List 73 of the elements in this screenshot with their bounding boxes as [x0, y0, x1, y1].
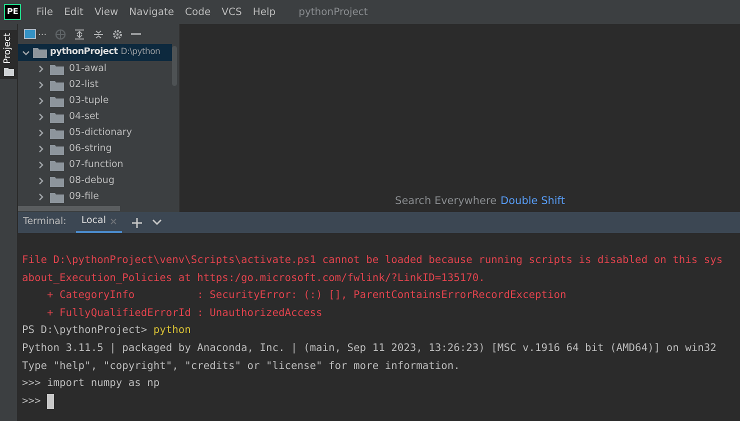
terminal-text: about_Execution_Policies at https:/go.microsoft.com/fwlink/?LinkID=135170.: [22, 270, 485, 286]
menu-item[interactable]: VCS: [222, 4, 242, 20]
menu-item[interactable]: Edit: [64, 4, 84, 20]
folder-name: 04-set: [69, 110, 100, 124]
folder-icon: [50, 80, 64, 90]
more-label[interactable]: ...: [38, 27, 47, 41]
tree-item[interactable]: 04-set: [18, 109, 172, 125]
tree-item[interactable]: pythonProject D:\python: [18, 44, 172, 61]
folder-icon: [50, 192, 64, 202]
terminal-text: Python 3.11.5 | packaged by Anaconda, Inc. | (main, Sep 11 2023, 13:26:23) [MSC v.1916 64 bit (AMD64)] on win32: [22, 340, 716, 356]
folder-name: 01-awal: [69, 62, 107, 76]
folder-name: 03-tuple: [69, 94, 109, 108]
folder-icon: [50, 144, 64, 154]
folder-path: D:\python: [120, 46, 160, 59]
folder-icon: [50, 96, 64, 106]
menu-item[interactable]: Navigate: [129, 4, 174, 20]
folder-name: 08-debug: [69, 174, 114, 188]
search-hint: Search Everywhere: [395, 194, 497, 210]
chevron-icon[interactable]: [37, 81, 45, 89]
chevron-icon[interactable]: [37, 129, 45, 137]
terminal-text: PS D:\pythonProject>: [22, 323, 148, 338]
chevron-icon[interactable]: [22, 48, 30, 56]
menu-item[interactable]: Help: [252, 4, 276, 20]
folder-name: 09-file: [69, 190, 99, 204]
tree-item[interactable]: 02-list: [18, 77, 172, 93]
project-title: pythonProject: [298, 6, 368, 20]
terminal-label: Terminal:: [23, 215, 66, 230]
expand-all-icon[interactable]: [74, 28, 85, 40]
terminal-text: python: [153, 323, 191, 338]
menu-item[interactable]: View: [94, 4, 118, 20]
chevron-icon[interactable]: [37, 65, 45, 73]
folder-name: 05-dictionary: [69, 126, 132, 140]
terminal-text: >>> import numpy as np: [22, 376, 160, 392]
horizontal-scrollbar[interactable]: [18, 206, 120, 211]
folder-name: 06-string: [69, 142, 112, 156]
chevron-icon[interactable]: [37, 97, 45, 105]
tree-item[interactable]: 03-tuple: [18, 93, 172, 109]
add-icon[interactable]: [132, 218, 142, 228]
chevron-icon[interactable]: [37, 193, 45, 201]
chevron-icon[interactable]: [37, 161, 45, 169]
tree-item[interactable]: 09-file: [18, 189, 172, 205]
folder-name: pythonProject: [50, 46, 118, 59]
terminal-text: + FullyQualifiedErrorId : UnauthorizedAccess: [46, 306, 322, 321]
collapse-all-icon[interactable]: [92, 28, 104, 40]
shortcut-hint: Double Shift: [500, 194, 565, 210]
folder-icon: [50, 160, 64, 170]
folder-icon: [33, 47, 47, 58]
folder-icon: [50, 176, 64, 186]
folder-icon: [50, 128, 64, 138]
chevron-down-icon[interactable]: [152, 219, 162, 226]
folder-name: 07-function: [69, 158, 124, 172]
terminal-text: File D:\pythonProject\venv\Scripts\activate.ps1 cannot be loaded because running scripts is disabled on this sys: [22, 253, 723, 268]
menu-item[interactable]: File: [36, 4, 54, 20]
folder-icon: [50, 112, 64, 122]
scrollbar[interactable]: [172, 46, 177, 86]
terminal-text: Type "help", "copyright", "credits" or "license" for more information.: [22, 358, 460, 374]
tree-item[interactable]: 06-string: [18, 141, 172, 157]
folder-icon: [4, 68, 14, 76]
tree-item[interactable]: 05-dictionary: [18, 125, 172, 141]
app-logo: PE: [4, 4, 22, 20]
tree-item[interactable]: 08-debug: [18, 173, 172, 189]
folder-icon: [50, 64, 64, 74]
project-tool-tab[interactable]: Project: [0, 30, 17, 79]
chevron-icon[interactable]: [37, 113, 45, 121]
chevron-icon[interactable]: [37, 177, 45, 185]
tree-item[interactable]: 07-function: [18, 157, 172, 173]
folder-name: 02-list: [69, 78, 98, 92]
terminal-text: + CategoryInfo : SecurityError: (:) [], ParentContainsErrorRecordException: [46, 288, 566, 304]
menu-item[interactable]: Code: [185, 4, 211, 20]
settings-icon[interactable]: [112, 28, 123, 40]
terminal-text: >>>: [22, 394, 42, 409]
chevron-icon[interactable]: [37, 145, 45, 153]
tree-item[interactable]: 01-awal: [18, 61, 172, 77]
